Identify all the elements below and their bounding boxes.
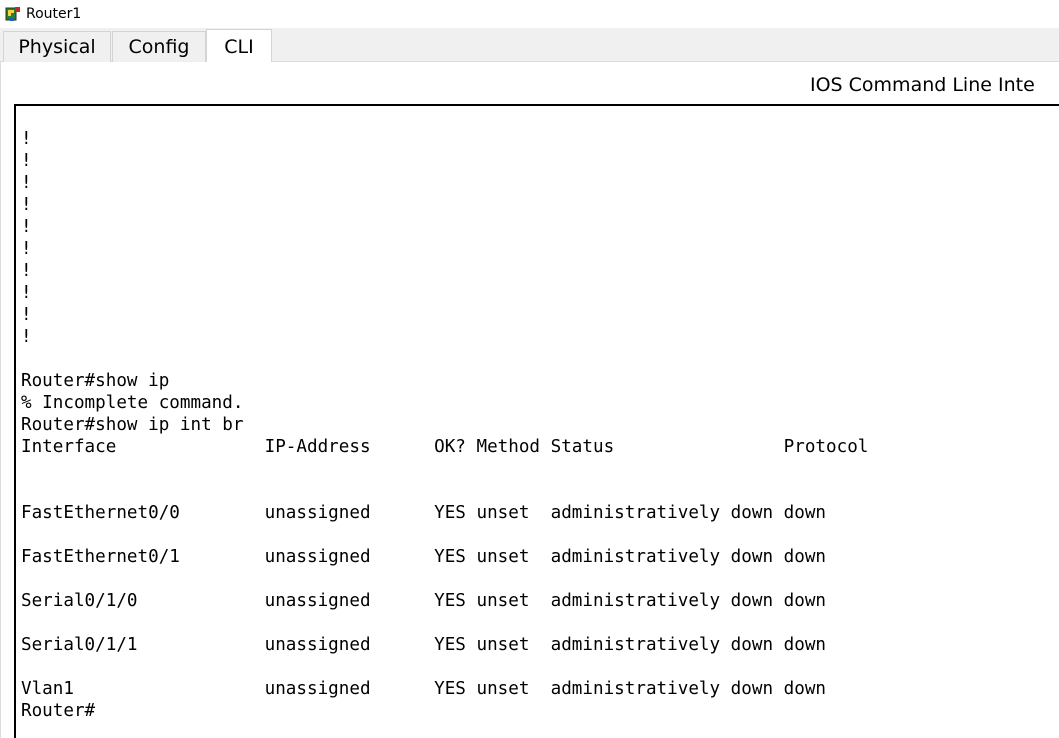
tab-cli[interactable]: CLI	[206, 29, 272, 63]
cli-terminal[interactable]: !!!!!!!!!! Router#show ip% Incomplete com…	[14, 104, 1059, 738]
tab-physical[interactable]: Physical	[3, 31, 111, 62]
window-title: Router1	[26, 6, 82, 22]
terminal-line: !	[21, 283, 32, 303]
terminal-line: Router#show ip int br	[21, 415, 244, 435]
terminal-line: !	[21, 173, 32, 193]
terminal-line: !	[21, 305, 32, 325]
terminal-line: !	[21, 261, 32, 281]
router-icon	[4, 5, 22, 23]
cli-panel: IOS Command Line Inte !!!!!!!!!! Router#s…	[0, 62, 1059, 738]
terminal-line: FastEthernet0/1 unassigned YES unset adm…	[21, 547, 827, 567]
tab-bar: Physical Config CLI	[0, 28, 1059, 63]
terminal-line: !	[21, 239, 32, 259]
terminal-line: !	[21, 327, 32, 347]
terminal-output: !!!!!!!!!! Router#show ip% Incomplete com…	[21, 106, 868, 722]
terminal-line: Router#show ip	[21, 371, 170, 391]
terminal-line: !	[21, 195, 32, 215]
terminal-line: FastEthernet0/0 unassigned YES unset adm…	[21, 503, 827, 523]
terminal-line: Interface IP-Address OK? Method Status P…	[21, 437, 869, 457]
terminal-line: !	[21, 151, 32, 171]
terminal-line: Router#	[21, 701, 96, 721]
terminal-line: !	[21, 129, 32, 149]
terminal-line: Vlan1 unassigned YES unset administrativ…	[21, 679, 827, 699]
terminal-line: Serial0/1/1 unassigned YES unset adminis…	[21, 635, 827, 655]
panel-heading: IOS Command Line Inte	[810, 74, 1035, 96]
title-bar: Router1	[0, 0, 1059, 28]
router-config-window: Router1 Physical Config CLI IOS Command …	[0, 0, 1059, 738]
tab-config[interactable]: Config	[112, 31, 206, 62]
terminal-line: % Incomplete command.	[21, 393, 244, 413]
terminal-line: Serial0/1/0 unassigned YES unset adminis…	[21, 591, 827, 611]
terminal-line: !	[21, 217, 32, 237]
